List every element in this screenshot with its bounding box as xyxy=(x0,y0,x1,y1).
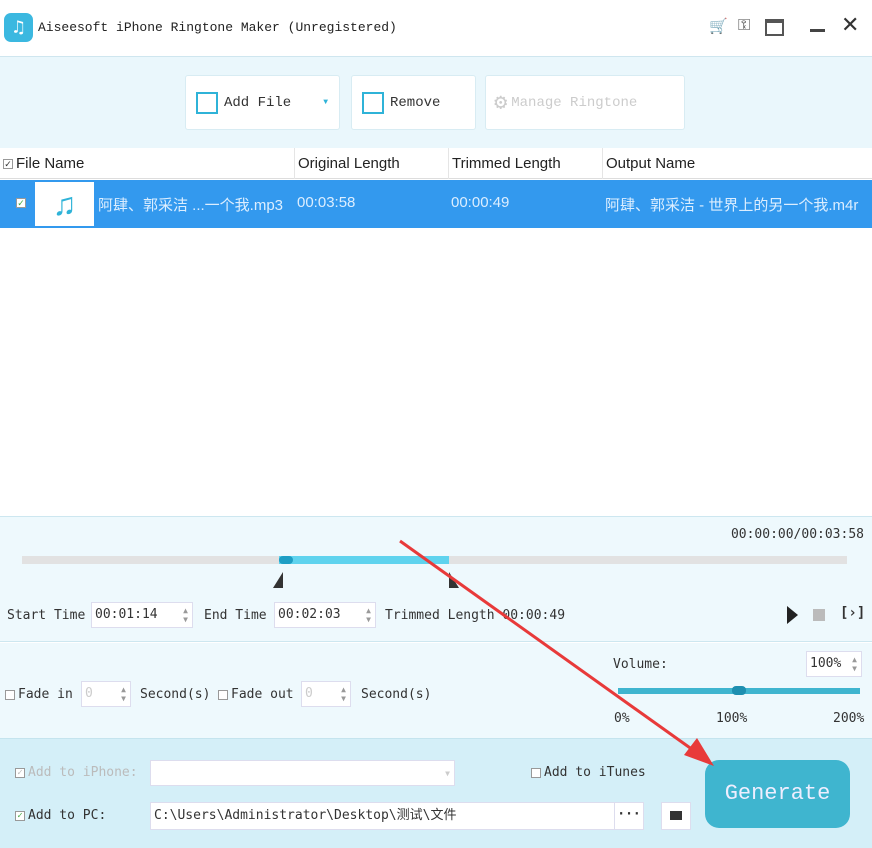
annotation-arrow xyxy=(399,539,714,766)
